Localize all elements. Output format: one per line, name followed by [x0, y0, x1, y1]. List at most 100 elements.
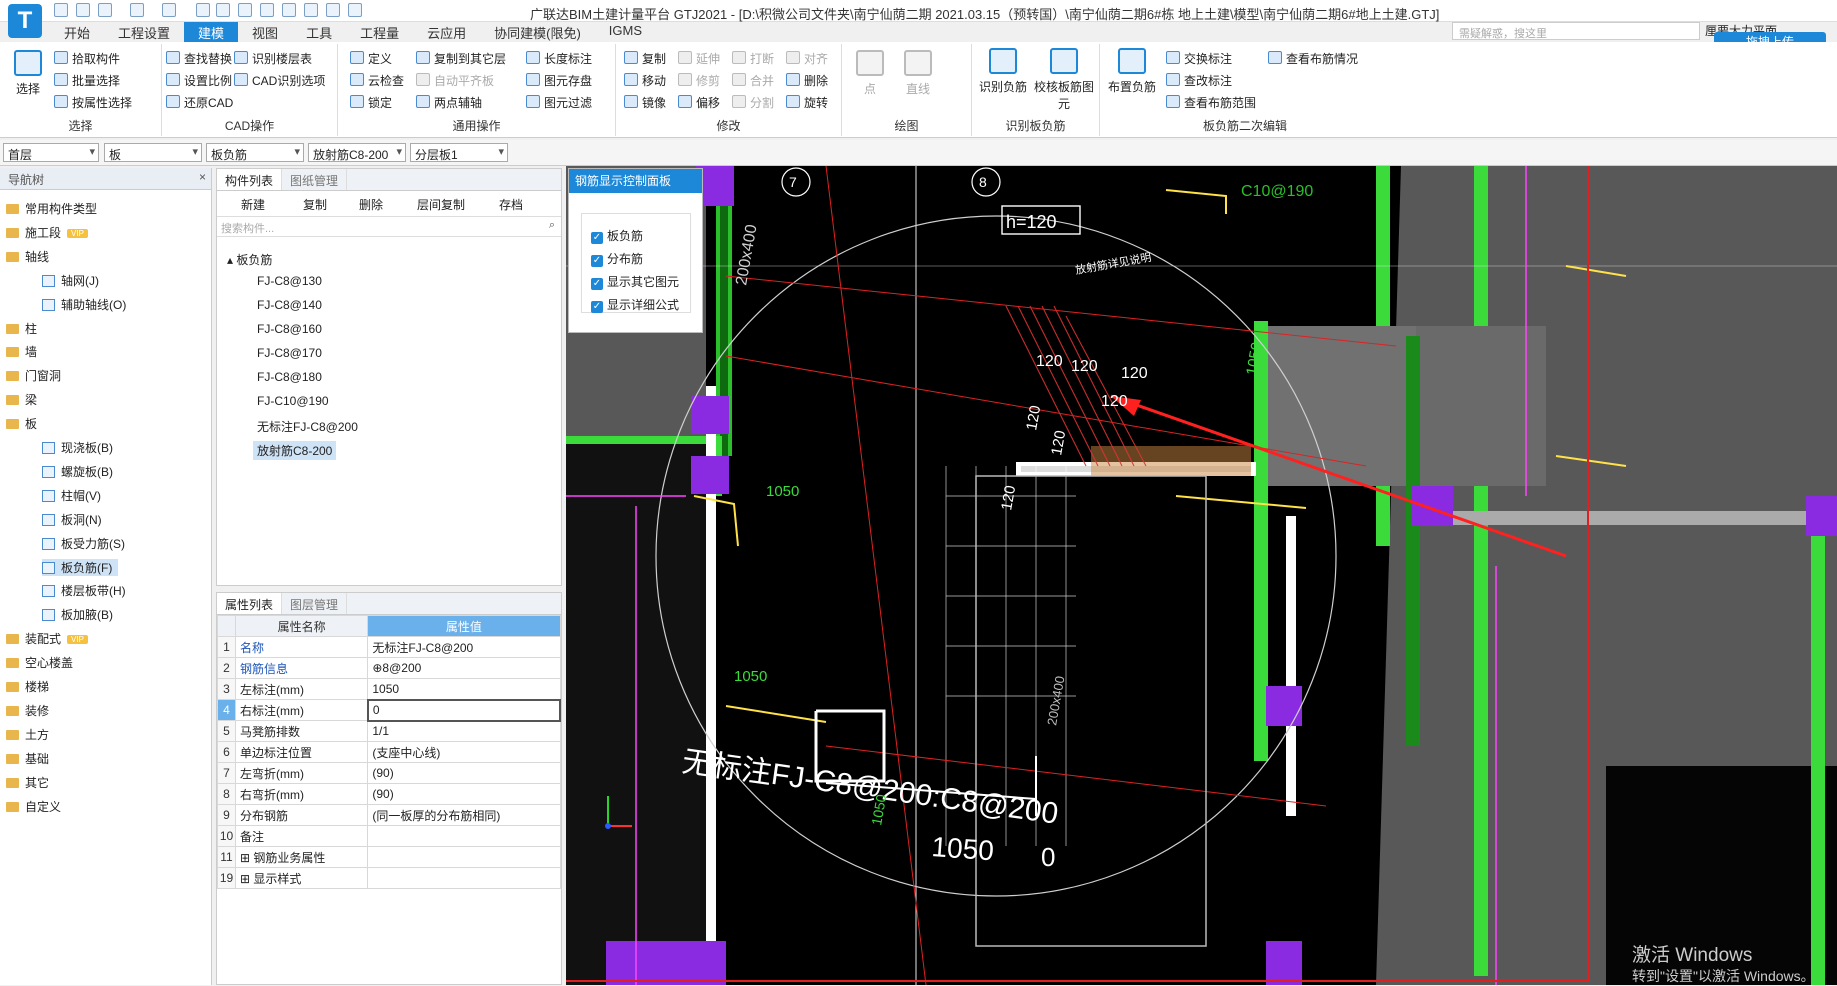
component-item[interactable]: FJ-C8@140: [253, 297, 326, 313]
mirror-button[interactable]: 镜像: [624, 94, 666, 111]
property-row[interactable]: 5 马凳筋排数 1/1: [217, 720, 561, 742]
merge-button[interactable]: 合并: [732, 72, 774, 89]
move-button[interactable]: 移动: [624, 72, 666, 89]
align-button[interactable]: 对齐: [786, 50, 828, 67]
nav-item[interactable]: 门窗洞: [6, 367, 61, 384]
new-file-icon[interactable]: [54, 3, 68, 17]
redo-icon[interactable]: [162, 3, 176, 17]
nav-item[interactable]: 墙: [6, 343, 37, 360]
property-value[interactable]: (90): [367, 783, 561, 805]
open-file-icon[interactable]: [76, 3, 90, 17]
menu-tools[interactable]: 工具: [292, 22, 346, 42]
tool-icon[interactable]: [238, 3, 252, 17]
nav-item[interactable]: 施工段 VIP: [6, 224, 88, 241]
component-item[interactable]: FJ-C8@170: [253, 345, 326, 361]
copy-between-floors-button[interactable]: 层间复制: [417, 196, 465, 213]
property-value[interactable]: (同一板厚的分布筋相同): [367, 804, 561, 826]
cloud-check-button[interactable]: 云检查: [350, 72, 404, 89]
show-formula-checkbox[interactable]: ✓ 显示详细公式: [591, 296, 679, 313]
component-item[interactable]: FJ-C8@130: [253, 273, 326, 289]
select-button[interactable]: 选择: [8, 50, 48, 97]
tool-icon[interactable]: [326, 3, 340, 17]
component-item[interactable]: 无标注FJ-C8@200: [253, 417, 362, 436]
property-row[interactable]: 9 分布钢筋 (同一板厚的分布筋相同): [217, 804, 561, 826]
check-slab-rebar-button[interactable]: 校核板筋图元: [1034, 48, 1094, 112]
delete-component-button[interactable]: 删除: [359, 196, 383, 213]
draw-line-button[interactable]: 直线: [898, 50, 938, 97]
show-other-checkbox[interactable]: ✓ 显示其它图元: [591, 273, 679, 290]
search-icon[interactable]: ⌕: [549, 219, 555, 232]
property-value[interactable]: (支座中心线): [367, 741, 561, 763]
set-scale-button[interactable]: 设置比例: [166, 72, 232, 89]
tool-icon[interactable]: [260, 3, 274, 17]
category-select[interactable]: 板: [104, 143, 202, 162]
two-point-axis-button[interactable]: 两点辅轴: [416, 94, 482, 111]
nav-item[interactable]: 板洞(N): [42, 511, 102, 528]
view-rebar-range-button[interactable]: 查看布筋范围: [1166, 94, 1256, 111]
property-value[interactable]: [367, 867, 561, 889]
property-value[interactable]: ⊕8@200: [367, 657, 561, 679]
property-row[interactable]: 8 右弯折(mm) (90): [217, 783, 561, 805]
find-replace-button[interactable]: 查找替换: [166, 50, 232, 67]
nav-item[interactable]: 空心楼盖: [6, 654, 73, 671]
tool-icon[interactable]: [348, 3, 362, 17]
drawing-canvas[interactable]: 7 8 h=120 无标注FJ-C8@200:C8@200 1050 0 200…: [566, 166, 1837, 985]
auto-align-slab-button[interactable]: 自动平齐板: [416, 72, 494, 89]
view-rebar-layout-button[interactable]: 查看布筋情况: [1268, 50, 1358, 67]
nav-item[interactable]: 辅助轴线(O): [42, 296, 126, 313]
lock-button[interactable]: 锁定: [350, 94, 392, 111]
menu-project-settings[interactable]: 工程设置: [104, 22, 184, 42]
menu-cloud[interactable]: 云应用: [413, 22, 480, 42]
trim-button[interactable]: 修剪: [678, 72, 720, 89]
tab-component-list[interactable]: 构件列表: [217, 169, 283, 190]
nav-item[interactable]: 楼梯: [6, 678, 49, 695]
component-item[interactable]: 放射筋C8-200: [253, 441, 337, 460]
nav-item[interactable]: 板受力筋(S): [42, 535, 125, 552]
tool-icon[interactable]: [216, 3, 230, 17]
cad-options-button[interactable]: CAD识别选项: [234, 72, 325, 89]
property-row[interactable]: 2 钢筋信息 ⊕8@200: [217, 657, 561, 679]
floor-select[interactable]: 首层: [3, 143, 99, 162]
place-neg-rebar-button[interactable]: 布置负筋: [1106, 48, 1158, 95]
tool-icon[interactable]: [304, 3, 318, 17]
app-logo-icon[interactable]: T: [8, 4, 42, 38]
property-value[interactable]: 0: [366, 698, 562, 722]
extend-button[interactable]: 延伸: [678, 50, 720, 67]
help-search-input[interactable]: 需疑解惑，搜这里: [1452, 22, 1700, 40]
save-icon[interactable]: [98, 3, 112, 17]
pick-component-button[interactable]: 拾取构件: [54, 50, 120, 67]
copy-button[interactable]: 复制: [624, 50, 666, 67]
nav-item[interactable]: 板负筋(F): [42, 558, 119, 576]
property-value[interactable]: 1050: [367, 678, 561, 700]
element-filter-button[interactable]: 图元过滤: [526, 94, 592, 111]
property-row[interactable]: 3 左标注(mm) 1050: [217, 678, 561, 700]
component-item[interactable]: FJ-C10@190: [253, 393, 333, 409]
batch-select-button[interactable]: 批量选择: [54, 72, 120, 89]
property-row[interactable]: 4 右标注(mm) 0: [217, 698, 562, 722]
split-button[interactable]: 分割: [732, 94, 774, 111]
offset-button[interactable]: 偏移: [678, 94, 720, 111]
break-button[interactable]: 打断: [732, 50, 774, 67]
menu-igms[interactable]: IGMS: [595, 22, 656, 42]
save-element-button[interactable]: 图元存盘: [526, 72, 592, 89]
tab-property-list[interactable]: 属性列表: [217, 593, 283, 614]
nav-item[interactable]: 柱: [6, 320, 37, 337]
menu-view[interactable]: 视图: [238, 22, 292, 42]
type-select[interactable]: 板负筋: [206, 143, 304, 162]
copy-component-button[interactable]: 复制: [303, 196, 327, 213]
nav-item[interactable]: 梁: [6, 391, 37, 408]
delete-button[interactable]: 删除: [786, 72, 828, 89]
dist-rebar-checkbox[interactable]: ✓ 分布筋: [591, 250, 643, 267]
menu-quantity[interactable]: 工程量: [346, 22, 413, 42]
undo-icon[interactable]: [130, 3, 144, 17]
nav-item[interactable]: 现浇板(B): [42, 439, 113, 456]
layer-select[interactable]: 分层板1: [410, 143, 508, 162]
select-by-property-button[interactable]: 按属性选择: [54, 94, 132, 111]
tool-icon[interactable]: [282, 3, 296, 17]
property-row[interactable]: 11 ⊞ 钢筋业务属性: [217, 846, 561, 868]
nav-item[interactable]: 板加腋(B): [42, 606, 113, 623]
recognize-floor-table-button[interactable]: 识别楼层表: [234, 50, 312, 67]
neg-rebar-checkbox[interactable]: ✓ 板负筋: [591, 227, 643, 244]
property-row[interactable]: 7 左弯折(mm) (90): [217, 762, 561, 784]
nav-item[interactable]: 装配式 VIP: [6, 630, 88, 647]
